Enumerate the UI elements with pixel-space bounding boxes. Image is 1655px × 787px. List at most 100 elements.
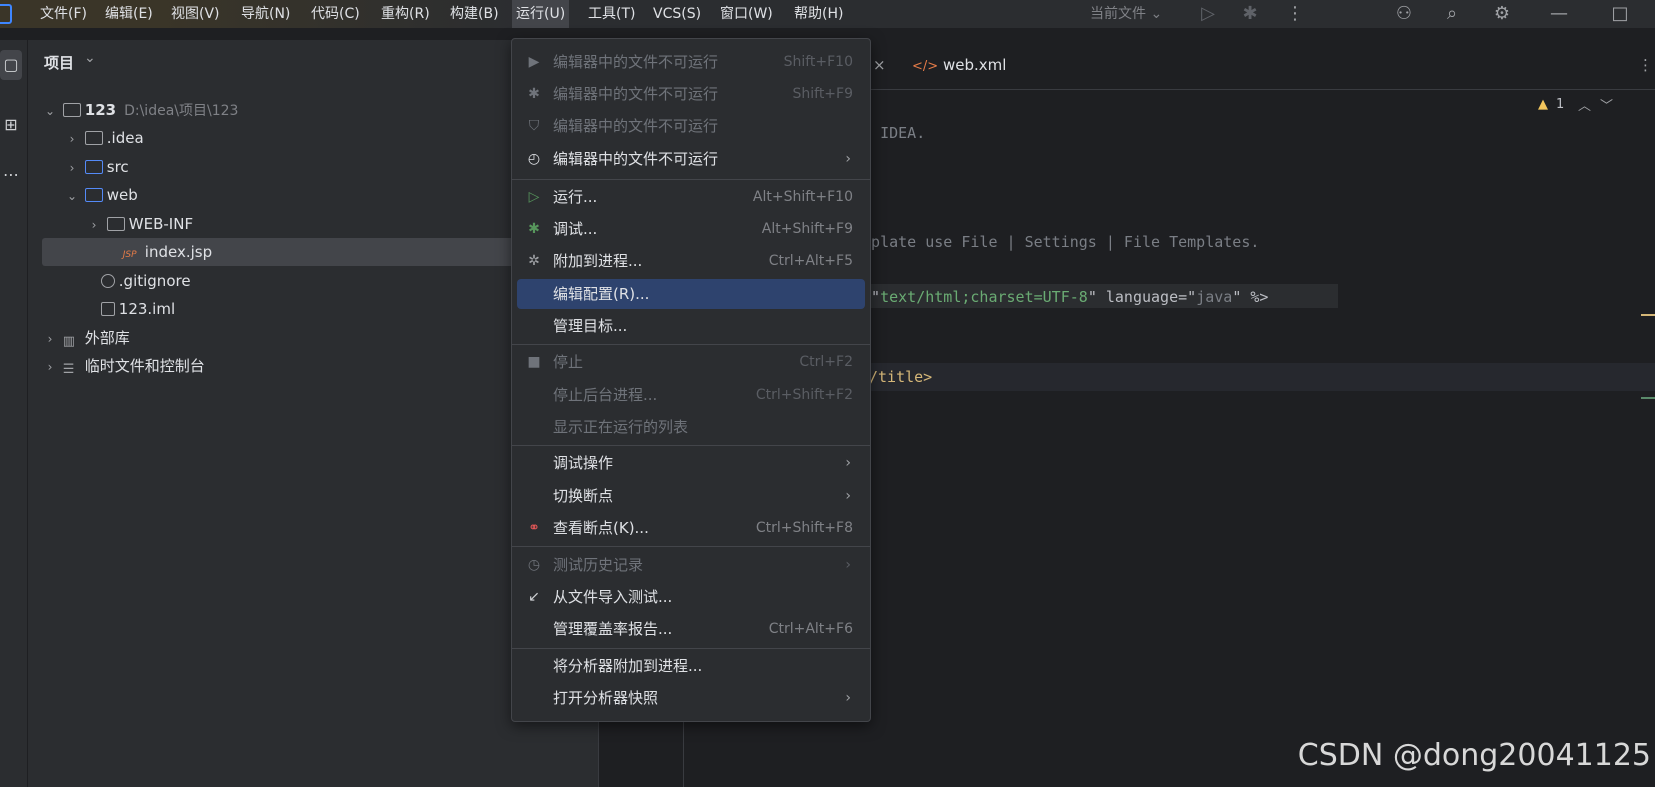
tree-item-iml[interactable]: 123.iml	[42, 295, 582, 323]
menu-item-manage-targets[interactable]: 管理目标...	[517, 311, 865, 341]
more-vertical-icon[interactable]: ⋮	[1283, 2, 1307, 26]
menu-item-test-history[interactable]: ◷ 测试历史记录 ›	[517, 550, 865, 580]
menu-item-edit-configurations[interactable]: 编辑配置(R)...	[517, 279, 865, 309]
debug-icon: ✱	[528, 221, 540, 237]
tree-item-idea[interactable]: › .idea	[42, 124, 582, 152]
collapse-arrow-icon[interactable]: ›	[64, 154, 80, 182]
menu-view[interactable]: 视图(V)	[167, 0, 224, 28]
menu-code[interactable]: 代码(C)	[307, 0, 364, 28]
submenu-arrow-icon: ›	[845, 455, 851, 471]
collapse-arrow-icon[interactable]: ›	[42, 325, 58, 353]
menu-separator	[512, 445, 870, 446]
expand-arrow-icon[interactable]: ⌄	[64, 182, 80, 210]
chevron-down-icon[interactable]: ⌄	[84, 50, 96, 66]
tree-item-root[interactable]: ⌄ 123 D:\idea\项目\123	[42, 96, 582, 124]
project-view-icon[interactable]: ▢	[0, 50, 22, 80]
minimize-icon[interactable]: —	[1547, 2, 1571, 26]
structure-icon[interactable]: ⊞	[0, 110, 22, 140]
tree-item-label: index.jsp	[144, 243, 213, 261]
menu-item-open-profiler-snapshot[interactable]: 打开分析器快照 ›	[517, 683, 865, 713]
collapse-arrow-icon[interactable]: ›	[86, 211, 102, 239]
expand-arrow-icon[interactable]: ⌄	[42, 97, 58, 125]
tab-options-icon[interactable]: ⋮	[1638, 40, 1653, 90]
menu-item-debug-current[interactable]: ✱ 编辑器中的文件不可运行 Shift+F9	[517, 79, 865, 109]
menu-file[interactable]: 文件(F)	[36, 0, 91, 28]
debug-icon: ✱	[528, 86, 540, 102]
menu-vcs[interactable]: VCS(S)	[649, 0, 705, 28]
history-icon: ◷	[527, 557, 541, 573]
tab-label: web.xml	[942, 56, 1007, 74]
panel-title[interactable]: 项目	[44, 52, 74, 73]
tree-item-web[interactable]: ⌄ web	[42, 181, 582, 209]
menu-navigate[interactable]: 导航(N)	[237, 0, 294, 28]
warning-icon[interactable]: ▲	[1538, 97, 1548, 112]
code-tag: /title>	[869, 368, 933, 386]
tree-item-scratches[interactable]: › ☰ 临时文件和控制台	[42, 352, 582, 380]
menu-item-label: 停止	[553, 353, 584, 371]
code-token: java	[1196, 288, 1233, 306]
menu-item-debug-actions[interactable]: 调试操作 ›	[517, 448, 865, 478]
menu-item-stop[interactable]: ■ 停止 Ctrl+F2	[517, 347, 865, 377]
stop-icon: ■	[527, 354, 541, 370]
close-tab-icon[interactable]: ×	[873, 40, 886, 90]
menu-separator	[512, 179, 870, 180]
web-folder-icon	[84, 188, 103, 202]
menu-item-debug[interactable]: ✱ 调试... Alt+Shift+F9	[517, 214, 865, 244]
scrollbar-warning-marker[interactable]	[1641, 314, 1655, 316]
menu-item-attach[interactable]: ✲ 附加到进程... Ctrl+Alt+F5	[517, 246, 865, 276]
menu-build[interactable]: 构建(B)	[446, 0, 503, 28]
tool-window-strip: ▢ ⊞ ⋯	[0, 40, 28, 787]
watermark: CSDN @dong20041125	[1297, 738, 1651, 773]
menu-item-view-breakpoints[interactable]: ⚭ 查看断点(K)... Ctrl+Shift+F8	[517, 513, 865, 543]
tree-item-label: .idea	[106, 129, 144, 147]
menu-item-toggle-breakpoint[interactable]: 切换断点 ›	[517, 481, 865, 511]
menu-item-run-current[interactable]: ▶ 编辑器中的文件不可运行 Shift+F10	[517, 47, 865, 77]
chevron-down-icon: ⌄	[1150, 6, 1163, 22]
menu-item-run[interactable]: ▷ 运行... Alt+Shift+F10	[517, 182, 865, 212]
add-user-icon[interactable]: ⚇	[1392, 2, 1416, 26]
settings-gear-icon[interactable]: ⚙	[1490, 2, 1514, 26]
menu-refactor[interactable]: 重构(R)	[377, 0, 434, 28]
search-icon[interactable]: ⌕	[1440, 2, 1464, 26]
run-config-selector[interactable]: 当前文件 ⌄	[1090, 0, 1162, 28]
menu-item-attach-profiler[interactable]: 将分析器附加到进程...	[517, 651, 865, 681]
jsp-file-icon: JSP	[122, 250, 137, 260]
menu-item-shortcut: Ctrl+Alt+F6	[768, 621, 853, 637]
tree-item-web-inf[interactable]: › WEB-INF	[42, 210, 582, 238]
tree-item-src[interactable]: › src	[42, 153, 582, 181]
menu-separator	[512, 546, 870, 547]
menu-tools[interactable]: 工具(T)	[584, 0, 639, 28]
tree-item-index-jsp[interactable]: JSP index.jsp	[42, 238, 582, 266]
scrollbar-change-marker[interactable]	[1641, 397, 1655, 399]
run-menu-dropdown: ▶ 编辑器中的文件不可运行 Shift+F10 ✱ 编辑器中的文件不可运行 Shift+…	[511, 38, 871, 722]
more-tools-icon[interactable]: ⋯	[0, 160, 22, 190]
collapse-arrow-icon[interactable]: ›	[42, 353, 58, 381]
collapse-arrow-icon[interactable]: ›	[64, 125, 80, 153]
menu-help[interactable]: 帮助(H)	[790, 0, 847, 28]
previous-highlight-icon[interactable]: ︿	[1578, 95, 1591, 114]
menu-window[interactable]: 窗口(W)	[716, 0, 777, 28]
menu-item-stop-background[interactable]: 停止后台进程... Ctrl+Shift+F2	[517, 380, 865, 410]
tree-item-label: 外部库	[84, 329, 130, 347]
menu-item-label: 编辑器中的文件不可运行	[553, 150, 719, 168]
menu-edit[interactable]: 编辑(E)	[101, 0, 157, 28]
debug-icon[interactable]: ✱	[1238, 2, 1262, 26]
coverage-icon: ⛉	[528, 118, 540, 134]
tree-item-external-libs[interactable]: › ▥ 外部库	[42, 324, 582, 352]
menu-run[interactable]: 运行(U)	[512, 0, 570, 28]
title-bar: 文件(F) 编辑(E) 视图(V) 导航(N) 代码(C) 重构(R) 构建(B…	[0, 0, 1655, 28]
menu-item-import-tests[interactable]: ↙ 从文件导入测试...	[517, 582, 865, 612]
menu-item-manage-coverage[interactable]: 管理覆盖率报告... Ctrl+Alt+F6	[517, 614, 865, 644]
menu-item-coverage-current[interactable]: ⛉ 编辑器中的文件不可运行	[517, 111, 865, 141]
app-logo-icon[interactable]	[0, 4, 12, 24]
next-highlight-icon[interactable]: ﹀	[1600, 95, 1613, 114]
maximize-icon[interactable]: □	[1608, 2, 1632, 26]
tree-item-gitignore[interactable]: .gitignore	[42, 267, 582, 295]
tab-web-xml[interactable]: </> web.xml	[912, 40, 1006, 90]
tree-item-label: WEB-INF	[128, 215, 194, 233]
menu-item-show-running[interactable]: 显示正在运行的列表	[517, 412, 865, 442]
run-icon[interactable]: ▷	[1196, 2, 1220, 26]
menu-item-profile-current[interactable]: ◴ 编辑器中的文件不可运行 ›	[517, 144, 865, 174]
run-icon: ▶	[528, 54, 540, 70]
menu-item-shortcut: Alt+Shift+F9	[761, 221, 853, 237]
